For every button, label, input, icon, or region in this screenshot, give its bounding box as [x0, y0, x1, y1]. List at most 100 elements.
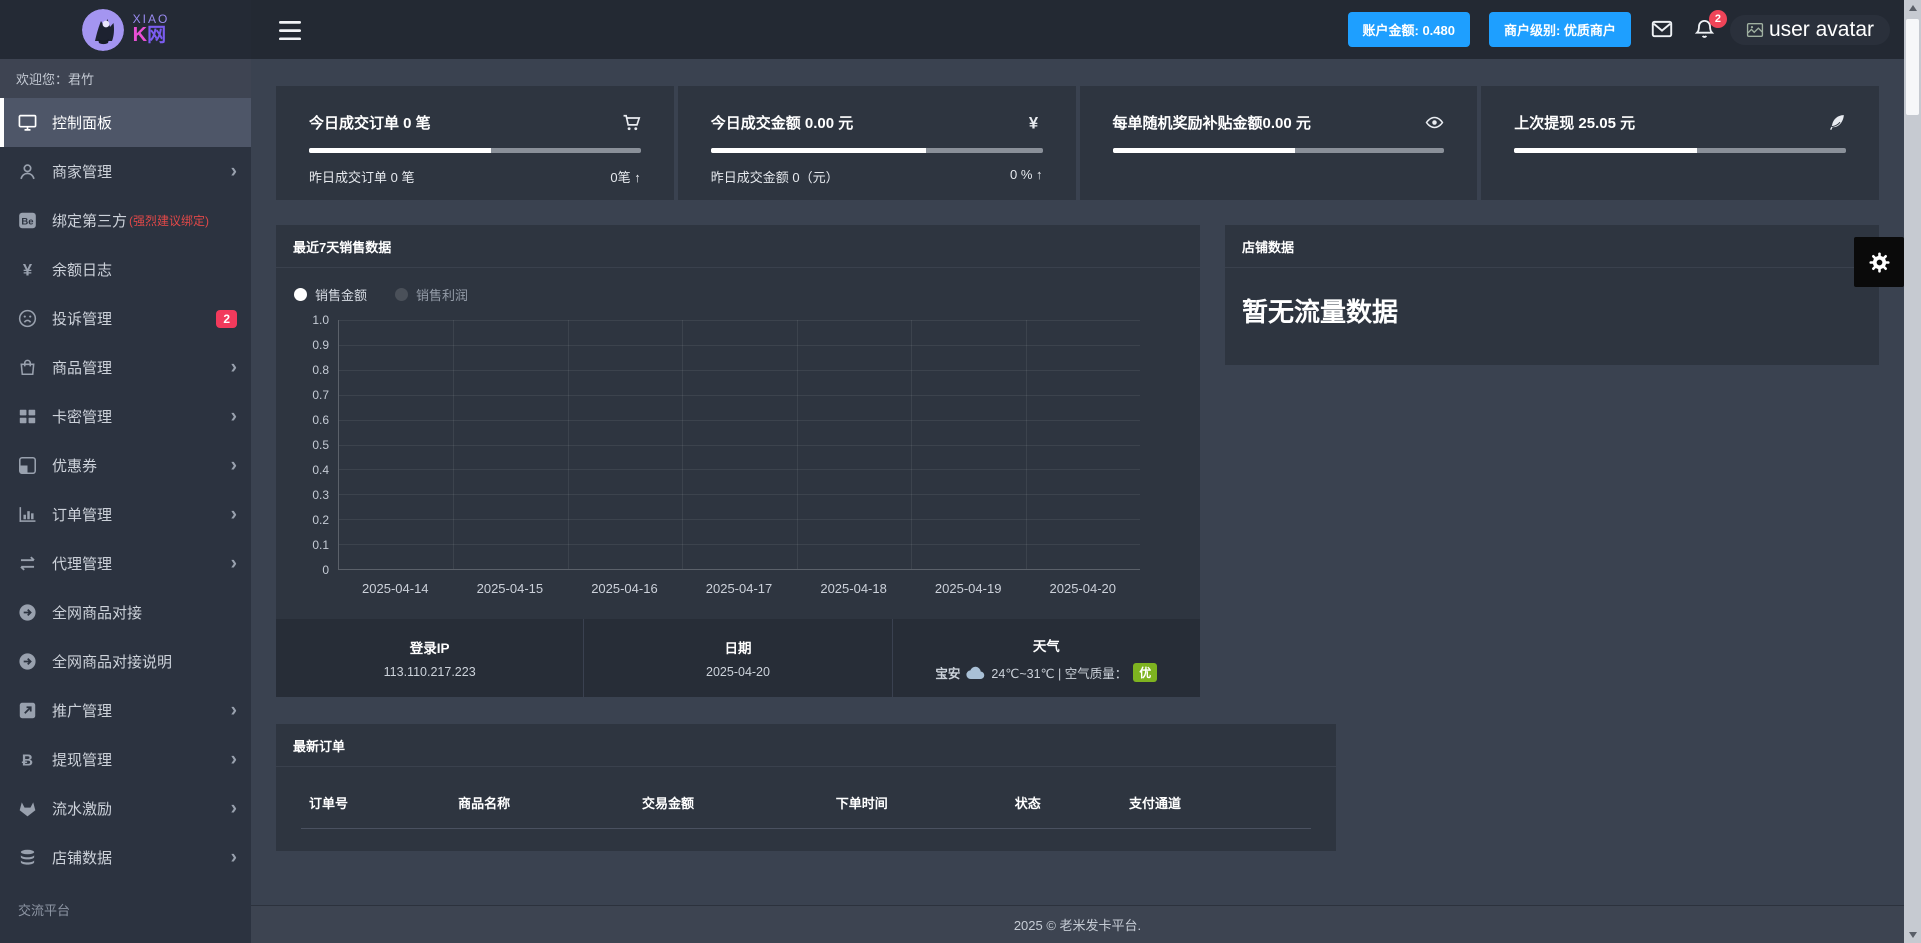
gitlab-icon [18, 799, 37, 818]
orders-column-header: 订单号 [309, 796, 349, 811]
sidebar-nav: 控制面板 商家管理 › Be 绑定第三方 (强烈建议绑定) ¥ 余额日志 投诉管理 2 商品管理 › 卡… [0, 98, 251, 882]
chart-legend: 销售金额 销售利润 [276, 268, 1200, 310]
legend-item-1[interactable]: 销售利润 [395, 285, 468, 304]
y-tick-label: 1.0 [312, 313, 329, 327]
yen-icon: ¥ [18, 260, 37, 279]
merchant-level-badge[interactable]: 商户级别: 优质商户 [1488, 12, 1631, 47]
svg-text:Be: Be [21, 216, 33, 227]
notification-count-badge: 2 [1708, 9, 1727, 28]
sidebar-count-badge: 2 [216, 309, 237, 328]
x-tick-label: 2025-04-14 [362, 580, 429, 596]
shop-data-panel: 店铺数据 暂无流量数据 [1225, 225, 1879, 365]
x-tick-label: 2025-04-18 [820, 580, 887, 596]
frown-icon [18, 309, 37, 328]
sidebar-item-3[interactable]: ¥ 余额日志 [0, 245, 251, 294]
sidebar-item-12[interactable]: 推广管理 › [0, 686, 251, 735]
database-icon [18, 848, 37, 867]
y-tick-label: 0.3 [312, 488, 329, 502]
stat-card-title: 今日成交订单 0 笔 [309, 115, 431, 132]
stat-card-title-row: 今日成交金额 0.00 元 ¥ [711, 112, 1043, 133]
sidebar-item-10[interactable]: 全网商品对接 [0, 588, 251, 637]
coupon-icon [18, 456, 37, 475]
yen-icon: ¥ [1024, 113, 1043, 132]
chart-panel-title: 最近7天销售数据 [276, 225, 1200, 268]
page-footer: 2025 © 老米发卡平台. [251, 905, 1904, 943]
sidebar-item-label: 全网商品对接 [52, 605, 143, 622]
sidebar-item-14[interactable]: 流水激励 › [0, 784, 251, 833]
sidebar-item-label: 推广管理 [52, 703, 113, 720]
legend-dot [294, 288, 307, 301]
sidebar-item-11[interactable]: 全网商品对接说明 [0, 637, 251, 686]
sidebar-item-4[interactable]: 投诉管理 2 [0, 294, 251, 343]
chevron-right-icon: › [230, 406, 237, 427]
welcome-text: 欢迎您：君竹 [0, 59, 251, 98]
info-cell-title: 天气 [1032, 638, 1060, 654]
stat-footer-right: 0笔 ↑ [610, 170, 641, 185]
account-balance-badge[interactable]: 账户金额: 0.480 [1347, 12, 1470, 47]
scrollbar-thumb[interactable] [1906, 19, 1919, 115]
sidebar-item-label: 优惠券 [52, 458, 98, 475]
sidebar-item-6[interactable]: 卡密管理 › [0, 392, 251, 441]
menu-toggle-button[interactable] [279, 20, 301, 40]
legend-item-0[interactable]: 销售金额 [294, 285, 367, 304]
stat-card-title-row: 每单随机奖励补贴金额0.00 元 [1113, 112, 1445, 133]
page-scrollbar[interactable] [1904, 0, 1921, 943]
sidebar-item-qq-group[interactable]: 对接QQ群 [0, 929, 251, 943]
scrollbar-up-arrow[interactable] [1904, 0, 1921, 17]
sidebar-item-8[interactable]: 订单管理 › [0, 490, 251, 539]
sidebar-item-label: 商家管理 [52, 164, 113, 181]
y-tick-label: 0.9 [312, 338, 329, 352]
sidebar-item-label: 订单管理 [52, 507, 113, 524]
scrollbar-down-arrow[interactable] [1904, 926, 1921, 943]
brand-logo-icon [81, 8, 124, 51]
app-window: XIAO K网 欢迎您：君竹 控制面板 商家管理 › Be 绑定第三方 (强烈建议绑定) ¥… [0, 0, 1921, 943]
sidebar-item-label: 投诉管理 [52, 311, 113, 328]
line-chart: 1.0 0.9 0.8 0.7 0.6 0.5 0.4 0.3 0.2 0.1 0 2025-04-… [276, 310, 1200, 606]
inbox-button[interactable] [1650, 18, 1674, 42]
stat-footer-left: 昨日成交订单 0 笔 [309, 170, 415, 185]
chevron-right-icon: › [230, 749, 237, 770]
stat-progress-bar [309, 148, 641, 153]
stat-card-1: 今日成交金额 0.00 元 ¥ 昨日成交金额 0（元） 0 % ↑ [677, 86, 1076, 200]
content-area: 今日成交订单 0 笔昨日成交订单 0 笔 0笔 ↑ 今日成交金额 0.00 元 ¥ 昨日… [251, 59, 1904, 943]
sidebar-item-2[interactable]: Be 绑定第三方 (强烈建议绑定) [0, 196, 251, 245]
user-avatar[interactable]: user avatar [1729, 14, 1891, 45]
settings-fab[interactable] [1854, 237, 1904, 287]
orders-table-header: 订单号 商品名称 交易金额 下单时间 状态 支付通道 [301, 767, 1311, 829]
chevron-right-icon: › [230, 847, 237, 868]
info-cell-title: 登录IP [409, 641, 450, 656]
orders-panel-title: 最新订单 [276, 724, 1336, 767]
brand-logo[interactable]: XIAO K网 [0, 0, 251, 59]
sidebar-item-end: 2 [216, 309, 237, 328]
air-quality-badge: 优 [1133, 662, 1158, 682]
sidebar-section-label: 交流平台 [18, 903, 71, 918]
svg-text:¥: ¥ [23, 260, 33, 279]
cart-icon [622, 113, 641, 132]
sidebar-item-5[interactable]: 商品管理 › [0, 343, 251, 392]
info-cell-value: 113.110.217.223 [384, 665, 476, 679]
middle-row: 最近7天销售数据 销售金额 销售利润 1.0 0.9 0.8 0.7 0.6 0.5 0.4 0… [276, 225, 1879, 697]
sidebar-item-7[interactable]: 优惠券 › [0, 441, 251, 490]
sidebar-item-9[interactable]: 代理管理 › [0, 539, 251, 588]
sidebar-item-label: 店铺数据 [52, 850, 113, 867]
topbar-right: 账户金额: 0.480 商户级别: 优质商户 2 user avatar [1347, 9, 1891, 47]
chevron-right-icon: › [230, 798, 237, 819]
info-value-text: 24℃~31℃ | 空气质量： [991, 666, 1128, 681]
bitcoin-icon: Ƀ [18, 750, 37, 769]
info-cell-2: 天气 宝安 24℃~31℃ | 空气质量： 优 [893, 619, 1200, 697]
notifications-button[interactable]: 2 [1693, 9, 1727, 42]
sidebar-item-0[interactable]: 控制面板 [0, 98, 251, 147]
sidebar-item-end: › [231, 505, 237, 524]
sidebar-item-15[interactable]: 店铺数据 › [0, 833, 251, 882]
sidebar-item-13[interactable]: Ƀ 提现管理 › [0, 735, 251, 784]
chart-plot-area [338, 320, 1140, 570]
sidebar-item-end: › [231, 750, 237, 769]
stat-card-footer: 昨日成交订单 0 笔 0笔 ↑ [309, 167, 641, 186]
sidebar-item-label: 提现管理 [52, 752, 113, 769]
feather-icon [1827, 113, 1846, 132]
orders-column-header: 商品名称 [458, 796, 511, 811]
behance-icon: Be [18, 211, 37, 230]
sidebar-item-label: 代理管理 [52, 556, 113, 573]
sidebar-item-1[interactable]: 商家管理 › [0, 147, 251, 196]
stat-footer-left: 昨日成交金额 0（元） [710, 170, 839, 185]
